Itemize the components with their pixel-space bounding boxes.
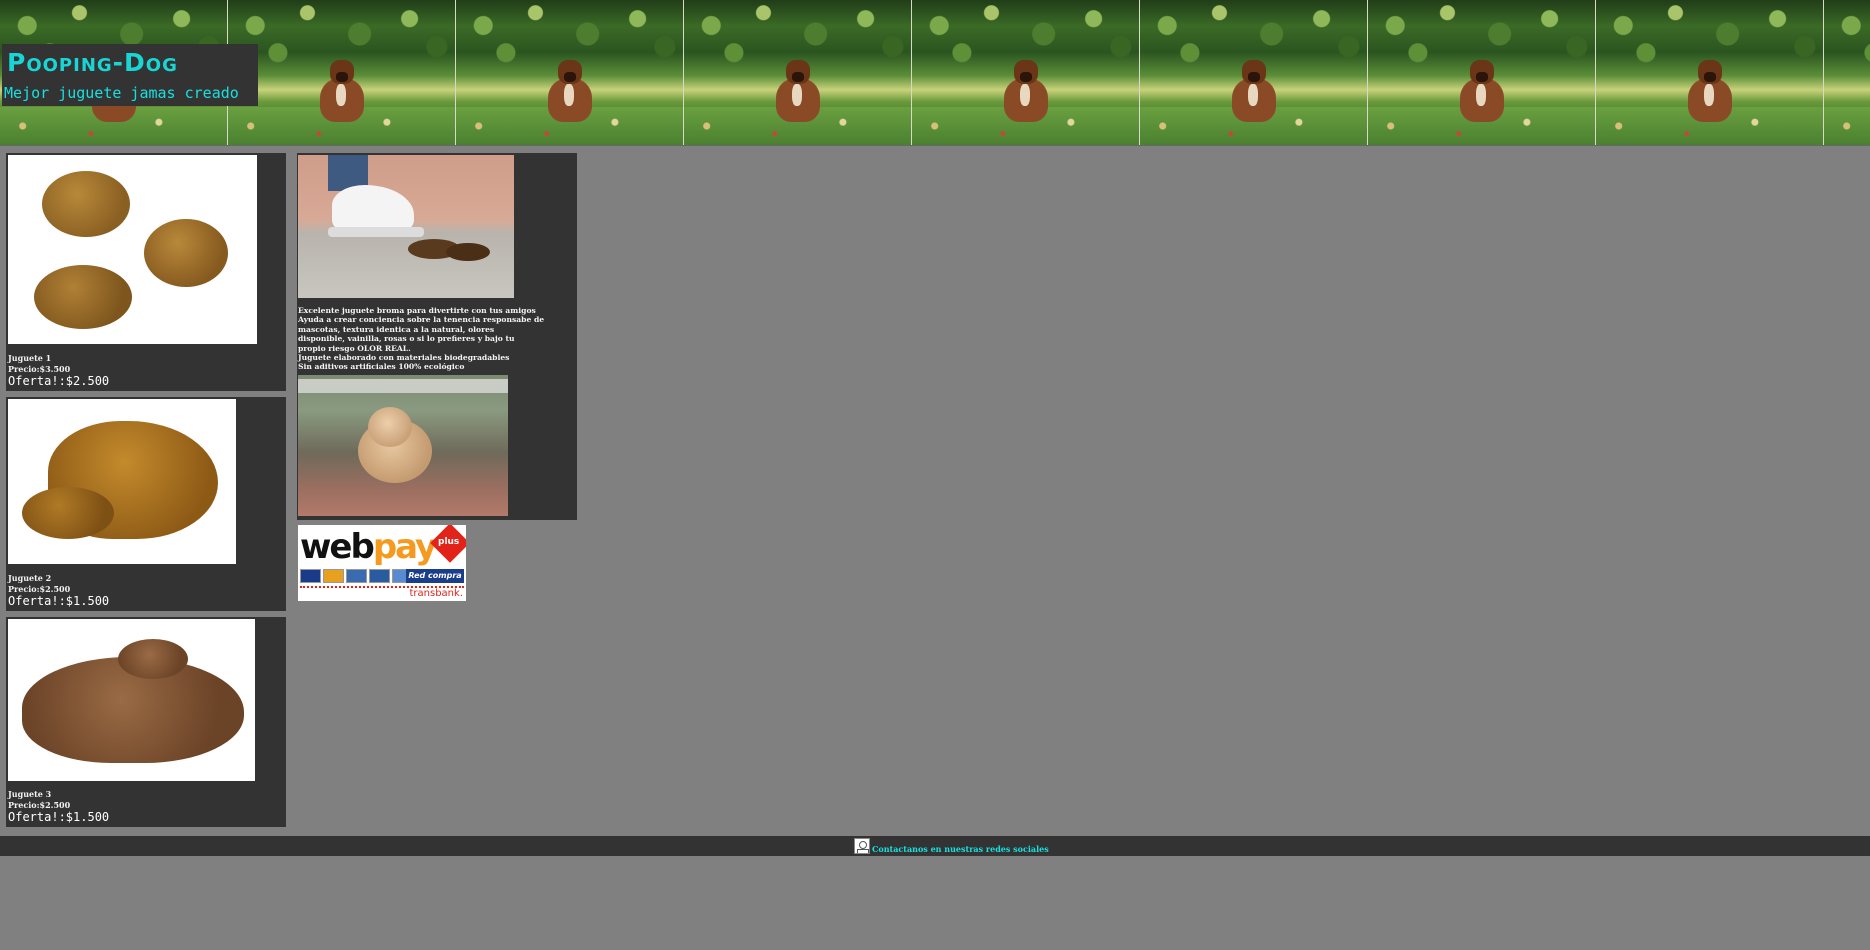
amex-icon [369,569,390,583]
contact-icon[interactable] [854,838,870,854]
product-name: Juguete 1 [8,353,52,363]
description-line: Excelente juguete broma para divertirte … [298,306,536,315]
info-panel: Excelente juguete broma para divertirte … [297,153,577,520]
footer-contact: Contactanos en nuestras redes sociales [854,838,1049,854]
transbank-logo: transbank. [409,588,464,599]
description-line: propio riesgo OLOR REAL. [298,343,411,353]
product-offer: Oferta!:$1.500 [8,810,110,824]
description-line: Juguete elaborado con materiales biodegr… [298,353,510,363]
description-line: disponible, vainilla, rosas o si lo pref… [298,334,515,344]
header-banner: Pooping-Dog Mejor juguete jamas creado [0,0,1870,146]
banner-dog-image [1596,0,1824,145]
banner-dog-image [1824,0,1870,145]
webpay-plus-text: plus [438,537,460,547]
webpay-wordmark: webpay [300,527,437,567]
banner-tiles [0,0,1870,145]
webpay-logo: webpay plus Red compra transbank. [298,525,466,601]
site-title: Pooping-Dog [7,48,178,77]
visa-icon [300,569,321,583]
product-offer: Oferta!:$1.500 [8,594,110,608]
diners-icon [346,569,367,583]
product-image [8,155,257,344]
description-line: Ayuda a crear conciencia sobre la tenenc… [298,315,545,325]
footer: Contactanos en nuestras redes sociales [0,836,1870,856]
banner-dog-image [228,0,456,145]
product-card: Juguete 2 Precio:$2.500 Oferta!:$1.500 [6,397,286,611]
product-name: Juguete 2 [8,573,52,583]
product-image [8,619,255,781]
contact-link[interactable]: Contactanos en nuestras redes sociales [872,844,1049,854]
card-brand-icons [300,569,413,583]
product-card: Juguete 1 Precio:$3.500 Oferta!:$2.500 [6,153,286,391]
description-line: mascotas, textura identica a la natural,… [298,324,495,334]
banner-dog-image [1140,0,1368,145]
product-image [8,399,236,564]
page: Pooping-Dog Mejor juguete jamas creado J… [0,0,1870,950]
sneaker-photo [298,155,514,298]
product-description: Excelente juguete broma para divertirte … [298,306,576,372]
product-price: Precio:$2.500 [8,584,71,594]
banner-dog-image [1368,0,1596,145]
product-card: Juguete 3 Precio:$2.500 Oferta!:$1.500 [6,617,286,827]
description-line: Sin aditivos artificiales 100% ecológico [298,362,465,372]
banner-dog-image [912,0,1140,145]
redcompra-logo: Red compra [406,569,464,583]
product-offer: Oferta!:$2.500 [8,374,110,388]
product-price: Precio:$3.500 [8,364,71,374]
banner-dog-image [456,0,684,145]
brand-box: Pooping-Dog Mejor juguete jamas creado [2,44,258,106]
poodle-photo [298,375,508,516]
mastercard-icon [323,569,344,583]
product-price: Precio:$2.500 [8,800,71,810]
product-name: Juguete 3 [8,789,52,799]
banner-dog-image [684,0,912,145]
site-subtitle: Mejor juguete jamas creado [4,84,239,102]
